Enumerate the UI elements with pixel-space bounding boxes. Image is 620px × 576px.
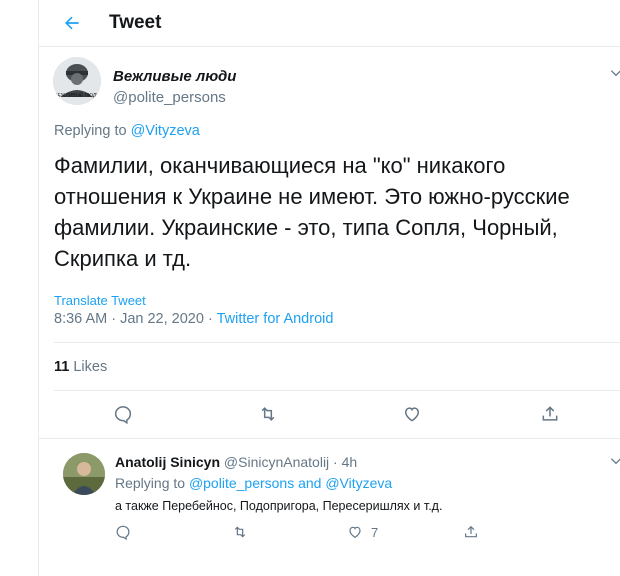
retweet-icon bbox=[261, 407, 275, 421]
replying-prefix: Replying to bbox=[54, 123, 131, 139]
reply-avatar[interactable] bbox=[63, 453, 105, 495]
share-button[interactable] bbox=[537, 401, 563, 427]
reply-replying-to: Replying to @polite_persons and @Vityzev… bbox=[115, 475, 392, 491]
source-link[interactable]: Twitter for Android bbox=[217, 311, 334, 327]
reply-share-button[interactable] bbox=[463, 524, 479, 540]
reply-replying-prefix: Replying to bbox=[115, 475, 189, 491]
translate-tweet-link[interactable]: Translate Tweet bbox=[54, 293, 146, 308]
reply-retweet-button[interactable] bbox=[231, 524, 249, 540]
section-divider bbox=[39, 438, 620, 439]
retweet-icon bbox=[234, 526, 246, 538]
reply-handle-time[interactable]: @SinicynAnatolij · 4h bbox=[220, 454, 357, 470]
reply-icon bbox=[116, 525, 130, 540]
reply-reply-button[interactable] bbox=[115, 524, 131, 540]
tweet-meta: 8:36 AM · Jan 22, 2020 · Twitter for And… bbox=[54, 311, 333, 327]
page-title: Tweet bbox=[109, 12, 162, 33]
reply-like-button[interactable]: 7 bbox=[347, 524, 378, 540]
reply-replying-handles[interactable]: @polite_persons and @Vityzeva bbox=[189, 475, 392, 491]
reply-author-name[interactable]: Anatolij Sinicyn bbox=[115, 454, 220, 470]
likes-count: 11 bbox=[54, 359, 70, 375]
divider bbox=[54, 342, 620, 343]
like-icon bbox=[404, 407, 420, 422]
tweet-text: Фамилии, оканчивающиеся на "ко" никакого… bbox=[54, 153, 570, 271]
timestamp[interactable]: 8:36 AM · Jan 22, 2020 · bbox=[54, 311, 217, 327]
share-icon bbox=[465, 525, 477, 538]
author-handle[interactable]: @polite_persons bbox=[113, 89, 226, 106]
retweet-button[interactable] bbox=[255, 401, 281, 427]
replying-to: Replying to @Vityzeva bbox=[54, 123, 200, 139]
reply-text: а также Перебейнос, Подопригора, Пересер… bbox=[115, 499, 443, 513]
tweet-column: Tweet ВЕЖЛИВЫЕ ЛЮДИ Вежливые люди @polit… bbox=[38, 0, 620, 576]
avatar[interactable]: ВЕЖЛИВЫЕ ЛЮДИ bbox=[53, 57, 101, 105]
avatar-caption: ВЕЖЛИВЫЕ ЛЮДИ bbox=[54, 93, 100, 99]
reply-menu-button[interactable] bbox=[609, 454, 620, 468]
back-button[interactable] bbox=[59, 10, 85, 36]
likes-stat[interactable]: 11 Likes bbox=[54, 359, 107, 375]
author-name[interactable]: Вежливые люди bbox=[113, 68, 236, 85]
page-header: Tweet bbox=[39, 0, 620, 47]
reply-icon bbox=[114, 406, 132, 424]
share-icon bbox=[542, 406, 558, 421]
chevron-down-icon bbox=[610, 70, 620, 77]
reply-header: Anatolij Sinicyn @SinicynAnatolij · 4h bbox=[115, 454, 357, 470]
reply-like-count: 7 bbox=[371, 524, 379, 540]
divider bbox=[54, 390, 620, 391]
like-icon bbox=[349, 526, 361, 539]
replying-handle-link[interactable]: @Vityzeva bbox=[131, 123, 200, 139]
like-button[interactable] bbox=[399, 401, 425, 427]
left-gutter bbox=[0, 0, 38, 576]
arrow-left-icon bbox=[65, 16, 79, 30]
likes-label: Likes bbox=[69, 359, 108, 375]
chevron-down-icon bbox=[610, 458, 620, 465]
reply-button[interactable] bbox=[110, 401, 136, 427]
tweet-menu-button[interactable] bbox=[609, 66, 620, 80]
